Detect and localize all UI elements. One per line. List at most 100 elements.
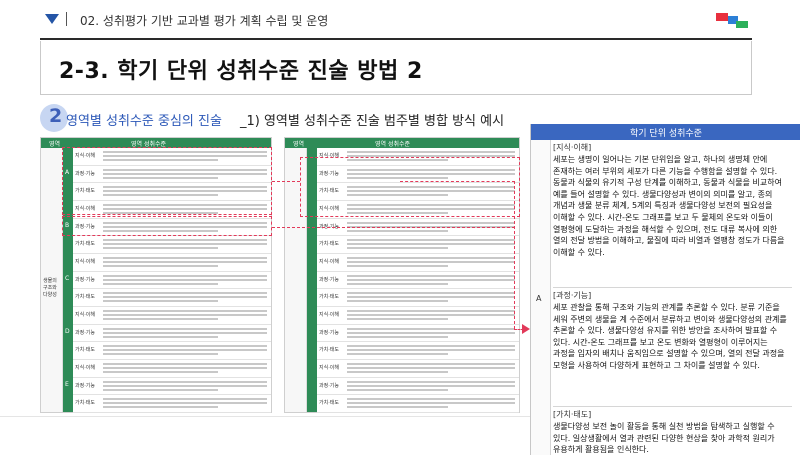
row-text-lines — [347, 292, 515, 304]
doc-level-letter: E — [65, 381, 69, 389]
row-text-lines — [347, 274, 515, 287]
row-label: 가치·태도 — [319, 400, 339, 407]
connector-line — [400, 181, 515, 182]
row-text-lines — [103, 345, 267, 357]
row-text-lines — [103, 398, 267, 410]
achievement-panel: 학기 단위 성취수준 A [지식·이해] 세포는 생명이 일어나는 기본 단위임… — [530, 124, 800, 455]
doc-col-level: 영역 성취수준 — [375, 141, 411, 148]
table-row: 가치·태도 — [73, 342, 271, 360]
row-label: 과정·기능 — [319, 329, 339, 336]
row-label: 지식·이해 — [319, 312, 339, 318]
header-rule — [40, 38, 752, 40]
row-label: 지식·이해 — [75, 312, 95, 318]
title-box: 2-3. 학기 단위 성취수준 진술 방법 2 — [40, 41, 752, 95]
block-text: 생물다양성 보전 놀이 활동을 통해 실천 방법을 탐색하고 실행할 수 있다.… — [553, 422, 775, 455]
row-label: 지식·이해 — [319, 365, 339, 371]
doc-header: 영역 영역 성취수준 — [285, 138, 519, 148]
table-row: 지식·이해 — [73, 307, 271, 325]
row-text-lines — [103, 257, 267, 269]
table-row: 가치·태도 — [317, 342, 519, 360]
row-text-lines — [103, 239, 267, 251]
arrow-right-icon — [522, 324, 530, 334]
panel-header-label: 학기 단위 성취수준 — [630, 129, 702, 139]
triangle-down-icon — [45, 14, 59, 24]
row-text-lines — [103, 292, 267, 304]
row-text-lines — [347, 327, 515, 340]
table-row: 가치·태도 — [73, 289, 271, 307]
row-label: 가치·태도 — [319, 347, 339, 354]
doc-col-area: 영역 — [293, 141, 305, 148]
doc-col-area: 영역 — [49, 141, 61, 148]
row-text-lines — [347, 380, 515, 393]
section-subtitle: _1) 영역별 성취수준 진술 범주별 병합 방식 예시 — [240, 114, 505, 129]
block-tag: [과정·기능] — [553, 291, 592, 300]
row-label: 과정·기능 — [319, 382, 339, 389]
connector-line — [514, 181, 515, 329]
block-text: 세포 관찰을 통해 구조와 기능의 관계를 추론할 수 있다. 분류 기준을 세… — [553, 303, 787, 370]
table-row: 지식·이해 — [317, 254, 519, 272]
row-label: 가치·태도 — [75, 347, 95, 354]
row-label: 가치·태도 — [319, 241, 339, 248]
highlight-box — [62, 216, 272, 236]
block-process: [과정·기능] 세포 관찰을 통해 구조와 기능의 관계를 추론할 수 있다. … — [553, 287, 792, 399]
row-text-lines — [103, 327, 267, 340]
doc-area-label: 생물의 구조와 다양성 — [43, 278, 57, 298]
page-title: 2-3. 학기 단위 성취수준 진술 방법 2 — [59, 59, 423, 84]
table-row: 과정·기능 — [73, 378, 271, 396]
section-number: 2 — [49, 105, 63, 127]
row-label: 가치·태도 — [75, 400, 95, 407]
row-label: 지식·이해 — [319, 259, 339, 265]
row-text-lines — [103, 274, 267, 287]
chapter-label: 02. 성취평가 기반 교과별 평가 계획 수립 및 운영 — [80, 14, 329, 28]
section-number-badge: 2 — [40, 104, 68, 132]
row-text-lines — [347, 310, 515, 322]
table-row: 지식·이해 — [317, 307, 519, 325]
table-row: 지식·이해 — [73, 360, 271, 378]
row-label: 과정·기능 — [75, 382, 95, 389]
table-row: 지식·이해 — [73, 254, 271, 272]
row-label: 지식·이해 — [75, 259, 95, 265]
table-row: 가치·태도 — [317, 289, 519, 307]
header-divider — [66, 12, 67, 26]
block-knowledge: [지식·이해] 세포는 생명이 일어나는 기본 단위임을 알고, 하나의 생명체… — [553, 142, 792, 280]
table-row: 과정·기능 — [317, 272, 519, 290]
row-label: 과정·기능 — [75, 276, 95, 283]
row-text-lines — [347, 398, 515, 410]
row-text-lines — [103, 363, 267, 375]
block-tag: [지식·이해] — [553, 143, 592, 152]
row-label: 과정·기능 — [319, 276, 339, 283]
highlight-box — [62, 147, 272, 215]
row-label: 가치·태도 — [75, 294, 95, 301]
table-row: 과정·기능 — [317, 378, 519, 396]
doc-area-column: 생물의 구조와 다양성 — [41, 148, 63, 412]
row-text-lines — [347, 257, 515, 269]
row-text-lines — [347, 345, 515, 357]
table-row: 과정·기능 — [73, 325, 271, 343]
connector-line — [272, 181, 300, 182]
block-attitude: [가치·태도] 생물다양성 보전 놀이 활동을 통해 실천 방법을 탐색하고 실… — [553, 406, 792, 455]
table-row: 과정·기능 — [73, 272, 271, 290]
row-label: 가치·태도 — [75, 241, 95, 248]
block-text: 세포는 생명이 일어나는 기본 단위임을 알고, 하나의 생명체 안에 존재하는… — [553, 155, 785, 257]
section-title: 영역별 성취수준 중심의 진술 — [66, 114, 222, 129]
panel-header: 학기 단위 성취수준 — [531, 124, 800, 140]
table-row: 과정·기능 — [317, 325, 519, 343]
highlight-box — [300, 157, 520, 217]
row-label: 가치·태도 — [319, 294, 339, 301]
doc-level-letter: D — [65, 328, 70, 336]
row-text-lines — [103, 310, 267, 322]
row-text-lines — [347, 239, 515, 251]
table-row: 지식·이해 — [317, 360, 519, 378]
top-header: 02. 성취평가 기반 교과별 평가 계획 수립 및 운영 — [0, 0, 800, 40]
table-row: 가치·태도 — [73, 395, 271, 413]
doc-level-letter: C — [65, 275, 70, 283]
panel-level-label: A — [536, 294, 542, 303]
row-label: 지식·이해 — [75, 365, 95, 371]
block-tag: [가치·태도] — [553, 410, 592, 419]
logo-badge-icon — [716, 13, 748, 29]
row-text-lines — [347, 363, 515, 375]
row-label: 과정·기능 — [75, 329, 95, 336]
table-row: 가치·태도 — [73, 236, 271, 254]
connector-line — [272, 227, 515, 228]
table-row: 가치·태도 — [317, 236, 519, 254]
